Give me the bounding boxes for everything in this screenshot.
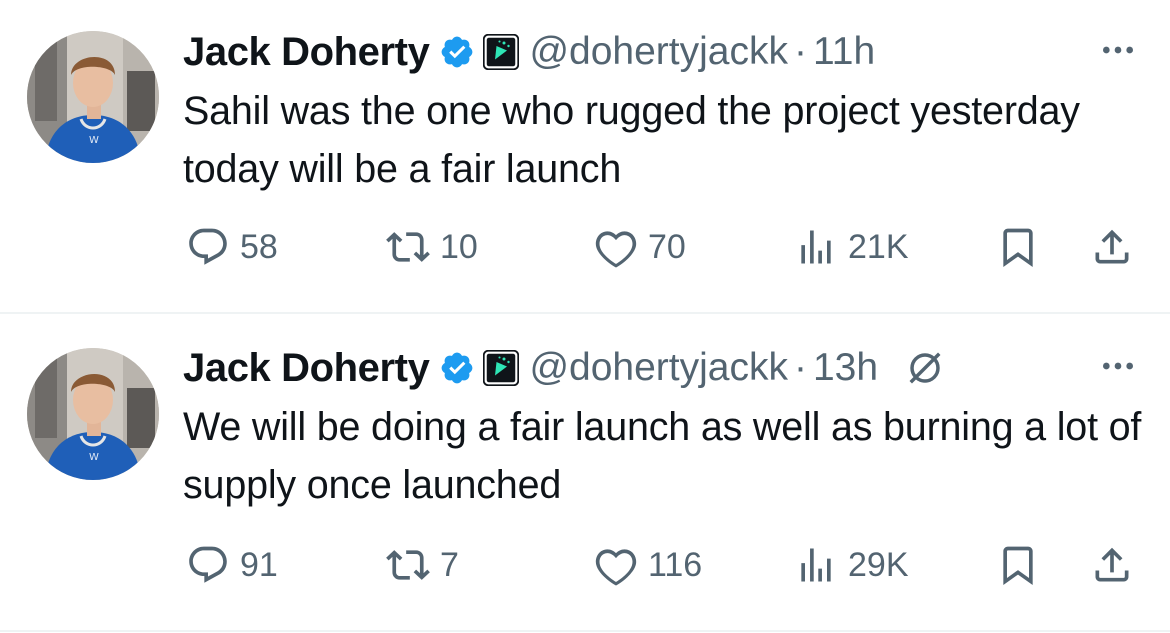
like-icon xyxy=(594,543,638,587)
tweet-text: Sahil was the one who rugged the project… xyxy=(183,89,1080,191)
views-button[interactable]: 21K xyxy=(794,222,909,272)
views-icon xyxy=(794,543,838,587)
share-button[interactable] xyxy=(1090,222,1134,272)
tweet[interactable]: Jack Doherty @dohertyjackk · 13h We will… xyxy=(0,314,1170,633)
repost-count: 10 xyxy=(440,227,478,266)
repost-icon xyxy=(386,543,430,587)
like-icon xyxy=(594,225,638,269)
repost-count: 7 xyxy=(440,545,459,584)
like-button[interactable]: 116 xyxy=(594,540,702,590)
like-button[interactable]: 70 xyxy=(594,222,686,272)
affiliate-badge-icon[interactable] xyxy=(483,350,519,386)
views-count: 21K xyxy=(848,227,909,266)
reply-icon xyxy=(186,225,230,269)
tweet-text: We will be doing a fair launch as well a… xyxy=(183,405,1142,507)
like-count: 70 xyxy=(648,227,686,266)
verified-badge-icon[interactable] xyxy=(439,350,475,386)
more-icon[interactable] xyxy=(1094,346,1142,386)
repost-button[interactable]: 7 xyxy=(386,540,459,590)
avatar[interactable] xyxy=(27,31,159,163)
timestamp[interactable]: 11h xyxy=(813,30,875,74)
share-icon xyxy=(1090,225,1134,269)
views-button[interactable]: 29K xyxy=(794,540,909,590)
bookmark-button[interactable] xyxy=(996,540,1040,590)
verified-badge-icon[interactable] xyxy=(439,34,475,70)
repost-icon xyxy=(386,225,430,269)
author-handle[interactable]: @dohertyjackk xyxy=(529,346,788,390)
reply-icon xyxy=(186,543,230,587)
share-button[interactable] xyxy=(1090,540,1134,590)
like-count: 116 xyxy=(648,545,703,584)
separator: · xyxy=(793,30,807,73)
bookmark-icon xyxy=(996,543,1040,587)
bookmark-icon xyxy=(996,225,1040,269)
views-icon xyxy=(794,225,838,269)
reply-button[interactable]: 91 xyxy=(186,540,278,590)
affiliate-badge-icon[interactable] xyxy=(483,34,519,70)
tweet[interactable]: Jack Doherty @dohertyjackk · 11h Sahil w… xyxy=(0,0,1170,312)
no-reply-icon xyxy=(906,349,944,387)
more-icon[interactable] xyxy=(1094,30,1142,70)
reply-count: 58 xyxy=(240,227,278,266)
repost-button[interactable]: 10 xyxy=(386,222,478,272)
author-handle[interactable]: @dohertyjackk xyxy=(529,30,788,74)
action-bar: 58 10 70 21K xyxy=(0,222,1170,272)
avatar[interactable] xyxy=(27,348,159,480)
bookmark-button[interactable] xyxy=(996,222,1040,272)
separator: · xyxy=(793,346,807,389)
reply-count: 91 xyxy=(240,545,278,584)
share-icon xyxy=(1090,543,1134,587)
divider xyxy=(0,630,1170,632)
author-name[interactable]: Jack Doherty xyxy=(183,30,430,75)
action-bar: 91 7 116 29K xyxy=(0,540,1170,590)
views-count: 29K xyxy=(848,545,909,584)
author-name[interactable]: Jack Doherty xyxy=(183,346,430,391)
reply-button[interactable]: 58 xyxy=(186,222,278,272)
timestamp[interactable]: 13h xyxy=(813,346,878,390)
